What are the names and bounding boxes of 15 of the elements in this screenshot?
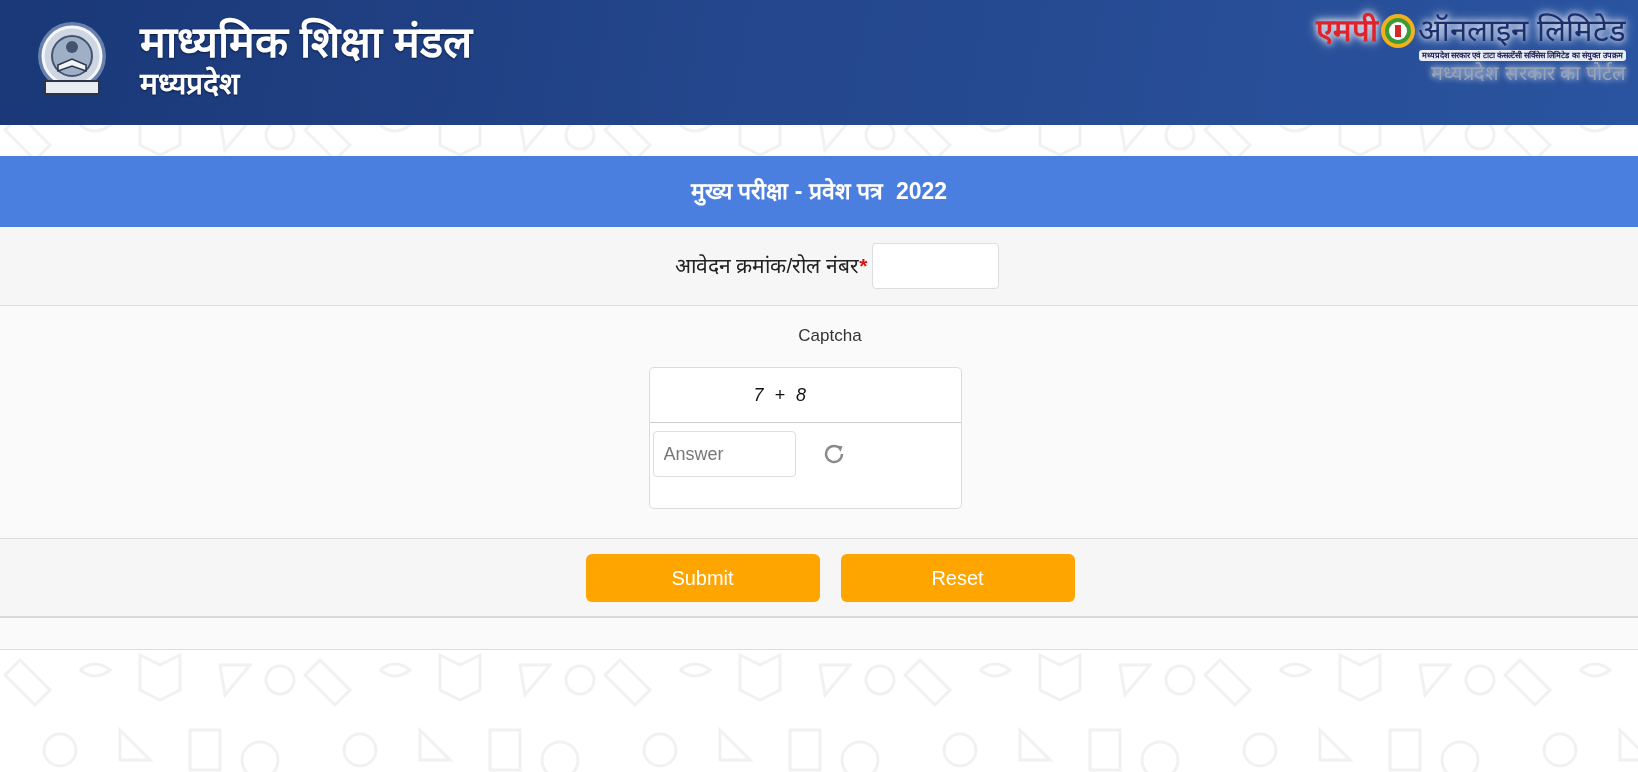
required-mark: * [859, 253, 868, 279]
logo-caption: मध्यप्रदेश सरकार का पोर्टल [1431, 61, 1626, 85]
roll-number-field[interactable] [872, 243, 1000, 289]
board-title: माध्यमिक शिक्षा मंडल [140, 18, 472, 66]
logo-prefix-text: एमपी [1316, 12, 1379, 50]
action-button[interactable]: Reset [840, 553, 1075, 602]
captcha-label: Captcha [798, 325, 862, 347]
answer-field[interactable]: Answer [652, 431, 796, 477]
form-title: मुख्य परीक्षा - प्रवेश पत्र 2022 [690, 177, 948, 208]
action-button[interactable]: Submit [585, 553, 820, 602]
field-label: आवेदन क्रमांक/रोल नंबर [674, 253, 860, 279]
captcha-question: 7 + 8 [753, 383, 810, 407]
logo-name-text: ऑनलाइन लिमिटेड [1418, 12, 1626, 50]
logo-tagline: मध्यप्रदेश सरकार एवं टाटा कंसल्टेंसी सर्विसेस लिमिटेड का संयुक्त उपक्रम [1419, 50, 1626, 61]
board-subtitle: मध्यप्रदेश [140, 66, 242, 102]
